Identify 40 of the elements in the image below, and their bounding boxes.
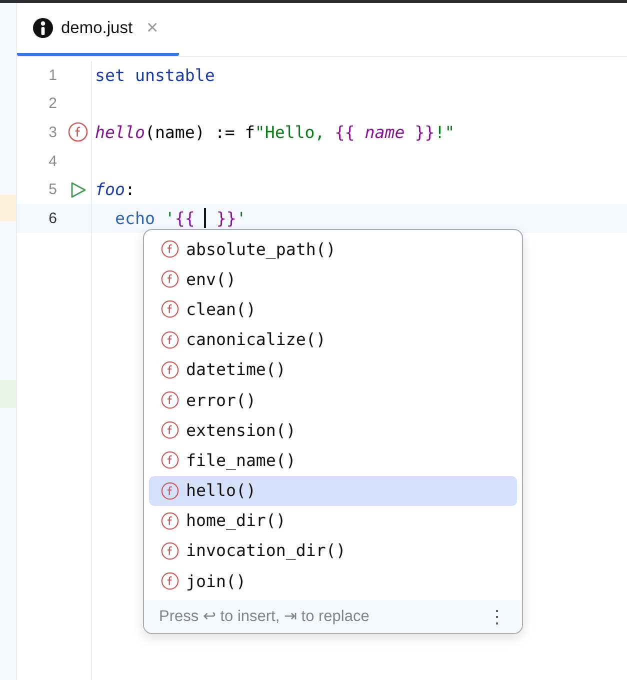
line-number: 3 bbox=[48, 124, 57, 141]
function-icon bbox=[161, 270, 179, 288]
function-icon bbox=[161, 360, 179, 379]
code-line: set unstable bbox=[95, 66, 215, 85]
completion-item[interactable]: extension() bbox=[149, 415, 517, 446]
code-line: hello(name) := f"Hello, {{ name }}!" bbox=[95, 122, 455, 142]
code-line: foo: bbox=[95, 180, 135, 200]
completion-item[interactable]: file_name() bbox=[149, 445, 517, 476]
line-number: 5 bbox=[48, 181, 57, 198]
function-icon bbox=[161, 330, 179, 349]
completion-item[interactable]: invocation_dir() bbox=[149, 536, 517, 566]
completion-item[interactable]: home_dir() bbox=[149, 506, 517, 536]
code-line: echo '{{ }}' bbox=[114, 208, 246, 228]
file-tab[interactable]: demo.just × bbox=[17, 3, 179, 56]
function-icon[interactable] bbox=[68, 122, 88, 142]
completion-item[interactable]: datetime() bbox=[149, 354, 517, 385]
function-icon bbox=[161, 512, 179, 530]
function-icon bbox=[161, 421, 179, 440]
function-icon bbox=[161, 482, 179, 500]
completion-item[interactable]: absolute_path() bbox=[149, 234, 517, 264]
line-number: 4 bbox=[48, 152, 57, 170]
function-icon bbox=[161, 391, 179, 410]
more-icon[interactable]: ⋮ bbox=[488, 606, 506, 628]
completion-item[interactable]: join() bbox=[149, 566, 517, 596]
completion-item[interactable]: error() bbox=[149, 384, 517, 416]
function-icon bbox=[161, 572, 179, 590]
function-icon bbox=[161, 300, 179, 318]
hint-text: Press ↩ to insert, ⇥ to replace bbox=[159, 607, 370, 626]
completion-item[interactable]: clean() bbox=[149, 294, 517, 325]
function-icon bbox=[161, 240, 179, 258]
function-icon bbox=[161, 451, 179, 470]
completion-item[interactable]: canonicalize() bbox=[149, 324, 517, 355]
completion-item[interactable]: hello() bbox=[149, 476, 517, 506]
completion-item[interactable]: env() bbox=[149, 264, 517, 294]
line-number: 6 bbox=[48, 210, 57, 227]
function-icon bbox=[161, 542, 179, 560]
file-icon bbox=[33, 18, 53, 38]
line-number: 1 bbox=[48, 66, 57, 84]
change-marker bbox=[0, 195, 16, 221]
line-number: 2 bbox=[48, 95, 57, 112]
